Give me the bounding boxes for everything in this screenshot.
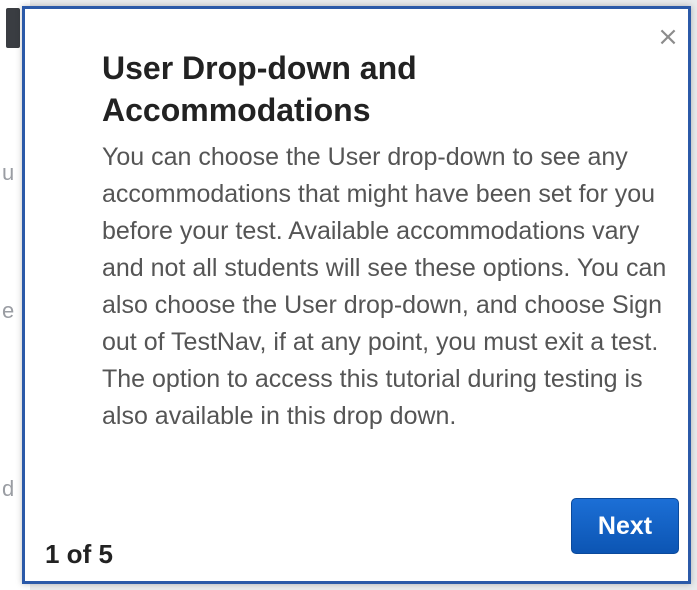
step-counter: 1 of 5 [45, 539, 113, 569]
screen: u e d × User Drop-down and Accommodation… [0, 0, 697, 590]
tutorial-popup: × User Drop-down and Accommodations You … [22, 6, 691, 584]
next-button[interactable]: Next [571, 498, 679, 554]
background-text-fragment: e [2, 298, 15, 323]
background-text-fragment: d [2, 476, 15, 501]
close-icon[interactable]: × [656, 24, 680, 50]
background-toolbar-fragment [6, 8, 20, 48]
popup-body-text: You can choose the User drop-down to see… [102, 143, 667, 430]
background-text-fragment: u [2, 160, 15, 185]
popup-title: User Drop-down and Accommodations [102, 50, 417, 128]
